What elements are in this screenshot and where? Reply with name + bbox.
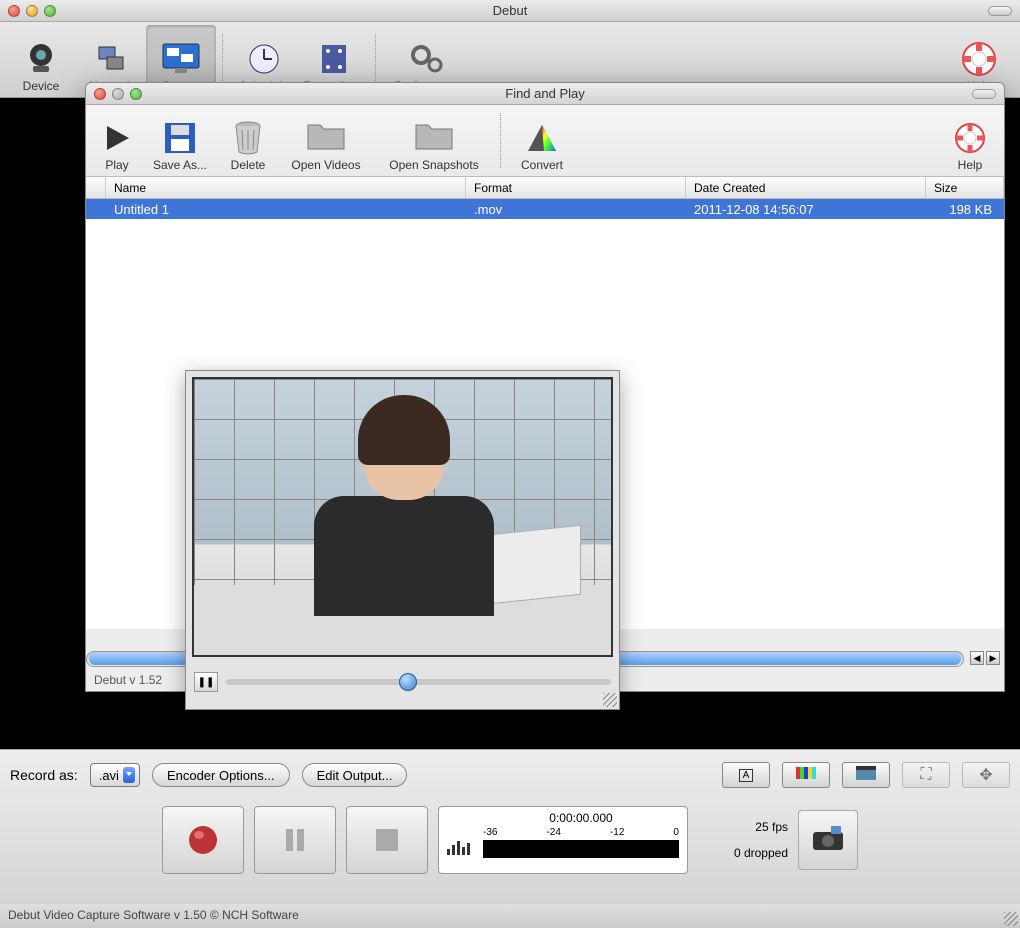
scroll-left-button[interactable]: ◀	[970, 651, 984, 665]
clock-icon	[244, 39, 284, 79]
bottom-controls: Record as: .avi Encoder Options... Edit …	[0, 749, 1020, 904]
play-button[interactable]: Play	[92, 104, 142, 172]
status-bar: Debut Video Capture Software v 1.50 © NC…	[0, 904, 1020, 928]
film-icon	[314, 39, 354, 79]
playback-controls: ❚❚	[186, 663, 619, 701]
delete-button[interactable]: Delete	[218, 104, 278, 172]
scroll-right-button[interactable]: ▶	[986, 651, 1000, 665]
toolbar-pill-button[interactable]	[972, 89, 996, 99]
findplay-toolbar: Play Save As... Delete Open Videos Open …	[86, 105, 1004, 177]
folder-icon	[306, 118, 346, 158]
format-column-header[interactable]: Format	[466, 177, 686, 198]
convert-button[interactable]: Convert	[507, 104, 577, 172]
camera-icon	[811, 824, 845, 857]
capture-stats: 25 fps 0 dropped	[698, 820, 788, 860]
timer-readout: 0:00:00.000	[483, 811, 679, 825]
toolbar-separator	[500, 113, 501, 168]
open-snapshots-button[interactable]: Open Snapshots	[374, 104, 494, 172]
text-icon: A	[739, 769, 754, 782]
pause-icon: ❚❚	[198, 677, 215, 688]
open-videos-button[interactable]: Open Videos	[278, 104, 374, 172]
size-column-header[interactable]: Size	[926, 177, 1004, 198]
date-column-header[interactable]: Date Created	[686, 177, 926, 198]
table-row[interactable]: Untitled 1 .mov 2011-12-08 14:56:07 198 …	[86, 199, 1004, 219]
webcam-icon	[21, 39, 61, 79]
crop-icon: ⛶	[920, 766, 931, 784]
color-bars-icon	[796, 766, 816, 784]
edit-output-button[interactable]: Edit Output...	[302, 763, 408, 787]
seek-slider[interactable]	[226, 679, 611, 685]
play-icon	[97, 118, 137, 158]
expand-icon: ✥	[979, 765, 992, 785]
resize-grip[interactable]	[1004, 912, 1018, 926]
equalizer-icon	[447, 837, 475, 858]
window-title: Debut	[0, 3, 1020, 18]
column-headers: Name Format Date Created Size	[86, 177, 1004, 199]
lifebuoy-icon	[950, 118, 990, 158]
main-titlebar: Debut	[0, 0, 1020, 22]
text-caption-button[interactable]: A	[722, 762, 770, 788]
gears-icon	[407, 39, 447, 79]
sort-indicator-column[interactable]	[86, 177, 106, 198]
prism-icon	[522, 118, 562, 158]
findplay-titlebar: Find and Play	[86, 83, 1004, 105]
video-effects-button[interactable]	[842, 762, 890, 788]
record-button[interactable]	[162, 806, 244, 874]
window-title: Find and Play	[86, 86, 1004, 101]
slider-knob[interactable]	[399, 673, 417, 691]
cell-name: Untitled 1	[106, 202, 466, 217]
scroll-arrows: ◀ ▶	[970, 651, 1000, 667]
toolbar-separator	[222, 34, 223, 89]
encoder-options-button[interactable]: Encoder Options...	[152, 763, 290, 787]
toolbar-pill-button[interactable]	[988, 6, 1012, 16]
level-bar	[483, 840, 679, 858]
resize-grip[interactable]	[603, 693, 617, 707]
trash-icon	[228, 118, 268, 158]
snapshot-button[interactable]	[798, 810, 858, 870]
findplay-status: Debut v 1.52	[94, 673, 162, 687]
pause-button[interactable]	[254, 806, 336, 874]
audio-meter: 0:00:00.000 -36 -24 -12 0	[438, 806, 688, 874]
crop-button[interactable]: ⛶	[902, 762, 950, 788]
save-as-button[interactable]: Save As...	[142, 104, 218, 172]
record-as-label: Record as:	[10, 767, 78, 783]
video-preview-window: ❚❚	[185, 370, 620, 710]
color-adjust-button[interactable]	[782, 762, 830, 788]
screen-icon	[161, 39, 201, 79]
format-select[interactable]: .avi	[90, 763, 140, 787]
cell-format: .mov	[466, 202, 686, 217]
pause-playback-button[interactable]: ❚❚	[194, 672, 218, 692]
stop-button[interactable]	[346, 806, 428, 874]
clapboard-icon	[856, 766, 876, 785]
folder-icon	[414, 118, 454, 158]
video-frame	[192, 377, 613, 657]
network-icon	[91, 39, 131, 79]
lifebuoy-icon	[959, 39, 999, 79]
fullscreen-button[interactable]: ✥	[962, 762, 1010, 788]
toolbar-separator	[375, 34, 376, 89]
name-column-header[interactable]: Name	[106, 177, 466, 198]
cell-size: 198 KB	[926, 202, 1004, 217]
device-button[interactable]: Device	[6, 25, 76, 93]
help-button[interactable]: Help	[942, 104, 998, 172]
cell-date: 2011-12-08 14:56:07	[686, 202, 926, 217]
floppy-icon	[160, 118, 200, 158]
